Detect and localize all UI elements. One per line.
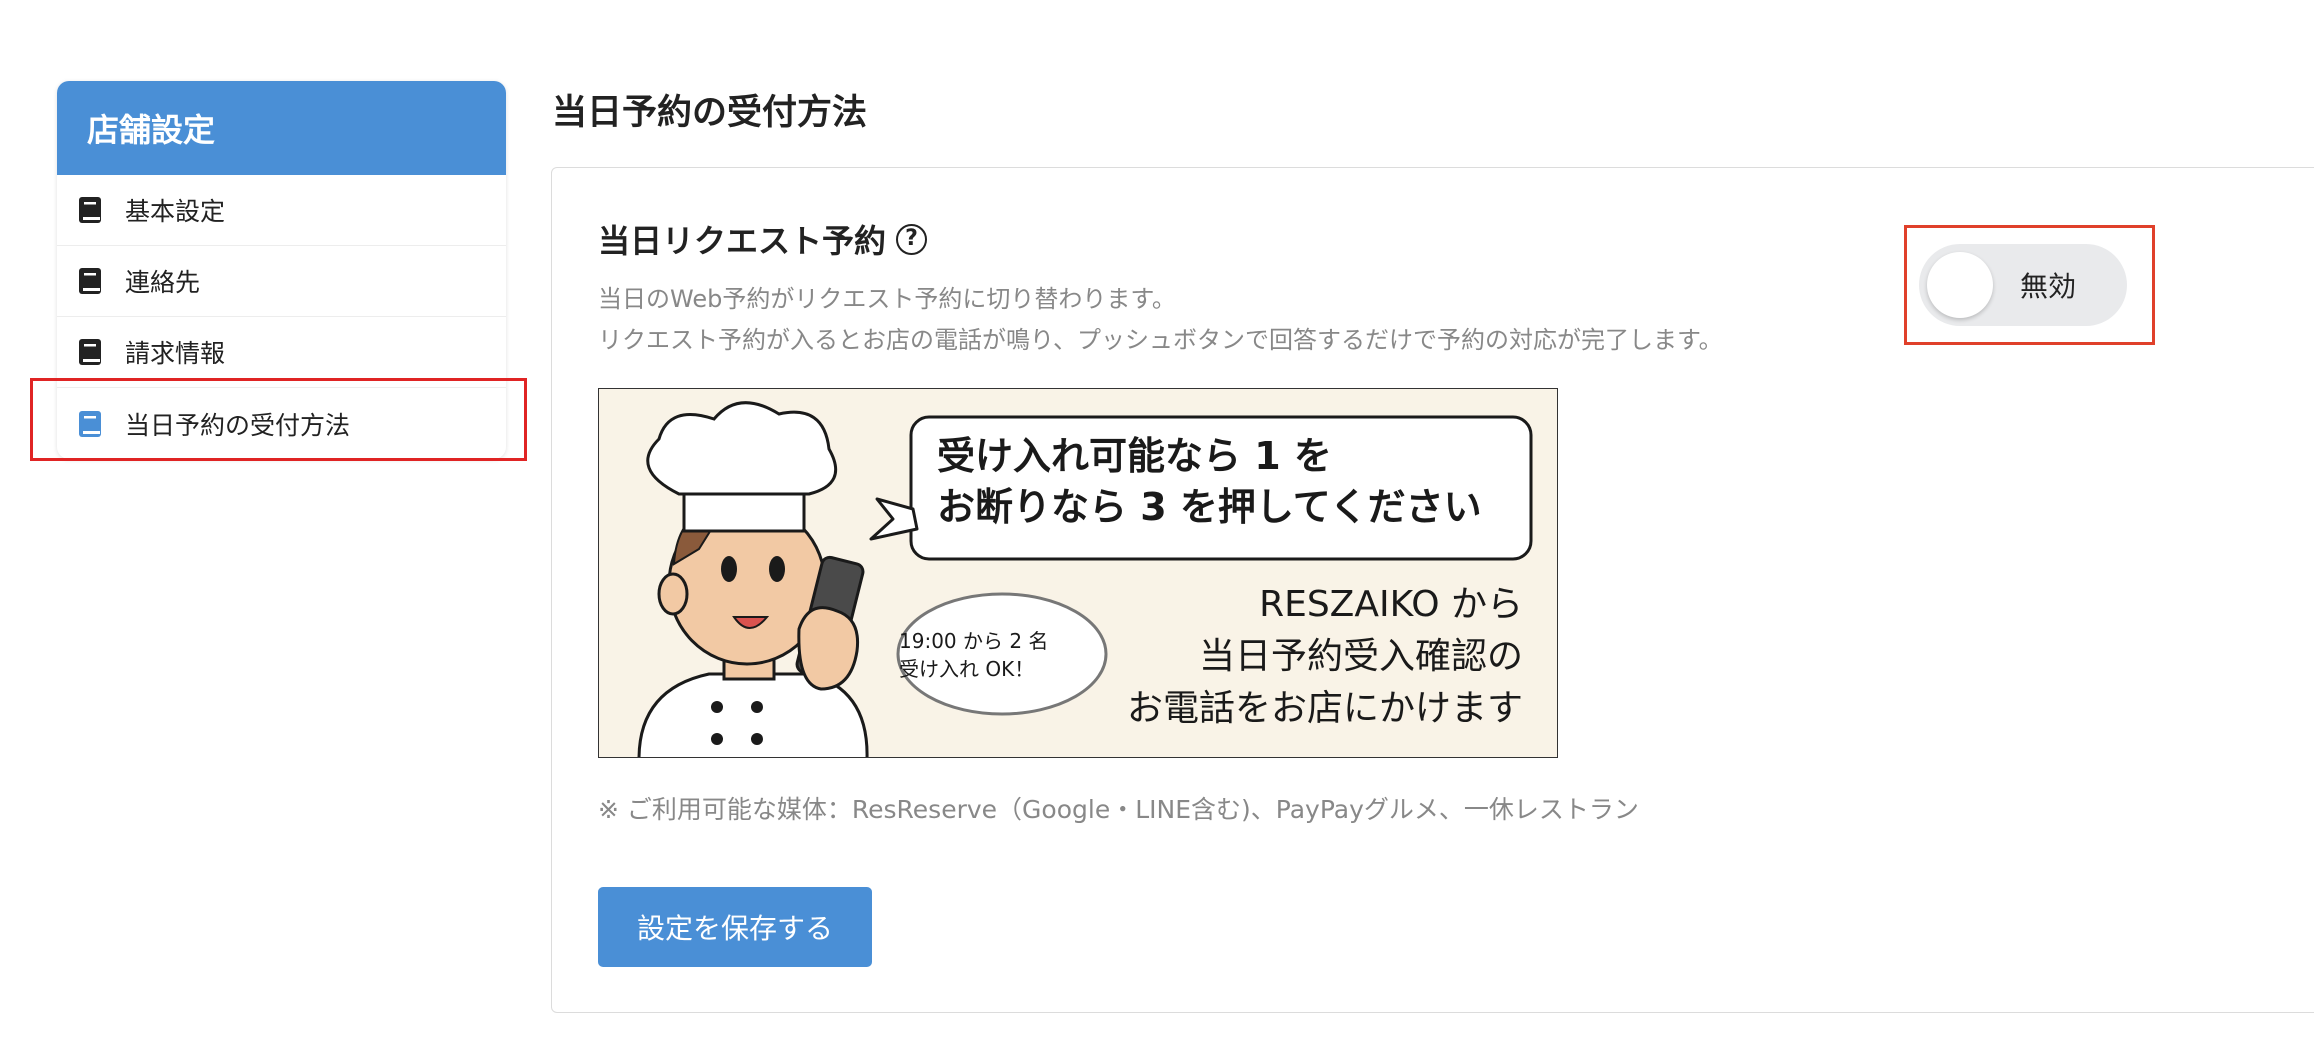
- banner-right-text: RESZAIKO から 当日予約受入確認の お電話をお店にかけます: [1127, 579, 1523, 735]
- banner-bubble-text: 受け入れ可能なら 1 を お断りなら 3 を押してください: [937, 431, 1482, 533]
- banner-right-line: お電話をお店にかけます: [1126, 688, 1523, 729]
- toggle-label: 無効: [2020, 270, 2077, 303]
- section-title: 当日リクエスト予約 ?: [598, 216, 928, 262]
- section-title-text: 当日リクエスト予約: [598, 222, 887, 260]
- sidebar-highlight-box: [30, 378, 527, 461]
- banner-small-bubble-line: 受け入れ OK！: [899, 657, 1035, 681]
- banner-right-line: 当日予約受入確認の: [1198, 636, 1523, 677]
- section-description: 当日のWeb予約がリクエスト予約に切り替わります。 リクエスト予約が入るとお店の…: [598, 279, 1723, 361]
- banner-small-bubble-text: 19:00 から 2 名 受け入れ OK！: [899, 627, 1048, 683]
- sidebar-title: 店舗設定: [57, 81, 506, 175]
- book-icon: [79, 339, 101, 365]
- sidebar-item-basic-settings[interactable]: 基本設定: [57, 175, 506, 246]
- help-icon[interactable]: ?: [896, 223, 928, 255]
- sidebar-item-label: 連絡先: [125, 268, 201, 297]
- save-settings-button[interactable]: 設定を保存する: [598, 887, 872, 967]
- banner-right-line: RESZAIKO から: [1259, 584, 1523, 625]
- description-line: 当日のWeb予約がリクエスト予約に切り替わります。: [598, 285, 1176, 313]
- banner-bubble-line: お断りなら 3 を押してください: [937, 485, 1482, 529]
- book-icon: [79, 268, 101, 294]
- sidebar-item-contact[interactable]: 連絡先: [57, 246, 506, 317]
- feature-banner: 受け入れ可能なら 1 を お断りなら 3 を押してください 19:00 から 2…: [598, 388, 1558, 758]
- banner-bubble-line: 受け入れ可能なら 1 を: [937, 434, 1332, 478]
- sidebar-item-label: 基本設定: [125, 197, 226, 226]
- same-day-request-toggle[interactable]: 無効: [1919, 244, 2127, 326]
- page-title: 当日予約の受付方法: [552, 93, 868, 133]
- banner-small-bubble-line: 19:00 から 2 名: [899, 629, 1049, 653]
- available-media-note: ※ ご利用可能な媒体：ResReserve（Google・LINE含む)、Pay…: [598, 795, 1639, 824]
- toggle-knob: [1927, 252, 1993, 318]
- sidebar-item-label: 請求情報: [125, 339, 226, 368]
- book-icon: [79, 197, 101, 223]
- description-line: リクエスト予約が入るとお店の電話が鳴り、プッシュボタンで回答するだけで予約の対応…: [598, 326, 1723, 354]
